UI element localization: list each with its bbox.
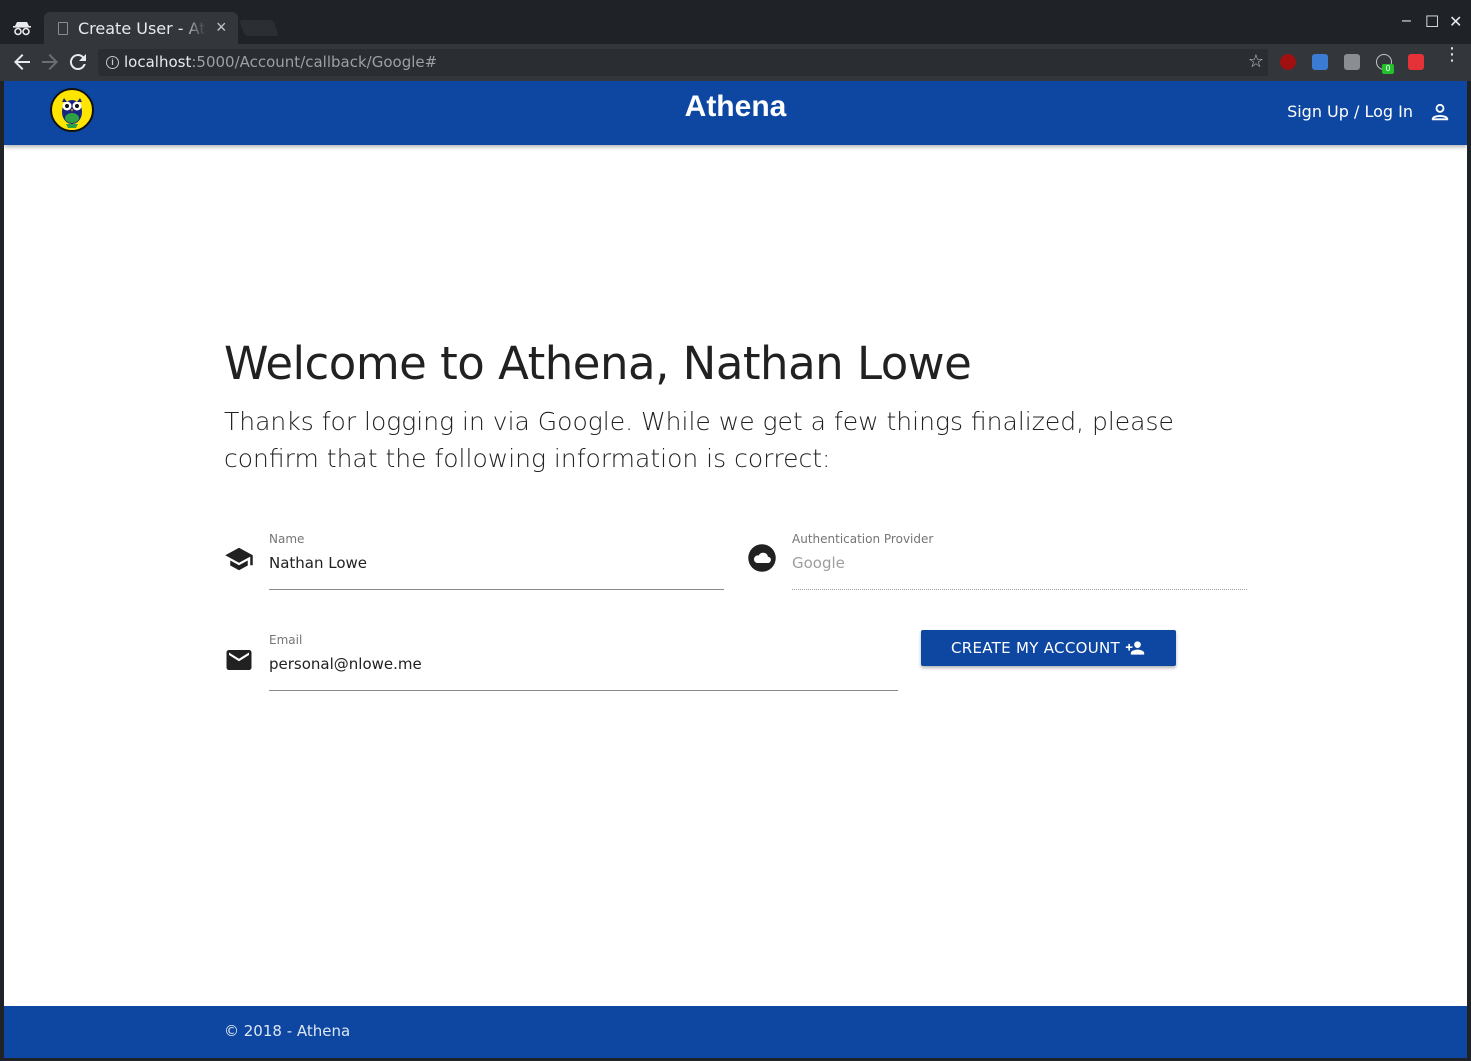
email-label: Email bbox=[269, 633, 303, 647]
name-underline bbox=[269, 589, 724, 590]
email-icon bbox=[226, 650, 252, 670]
minimize-button[interactable]: – bbox=[1402, 12, 1411, 30]
person-add-icon bbox=[1125, 641, 1145, 655]
page-title: Welcome to Athena, Nathan Lowe bbox=[224, 337, 972, 390]
graduation-cap-icon bbox=[225, 547, 253, 571]
url-text[interactable]: localhost:5000/Account/callback/Google# bbox=[124, 53, 437, 71]
footer-copyright: © 2018 - Athena bbox=[224, 1022, 351, 1040]
page-icon bbox=[58, 22, 68, 35]
auth-provider-value: Google bbox=[792, 554, 845, 572]
signup-login-link[interactable]: Sign Up / Log In bbox=[1287, 102, 1413, 121]
new-tab-button[interactable] bbox=[239, 20, 279, 36]
welcome-section: Welcome to Athena, Nathan Lowe Thanks fo… bbox=[224, 337, 1264, 477]
bookmark-star-icon[interactable]: ☆ bbox=[1248, 51, 1264, 72]
extension-badge: 0 bbox=[1382, 64, 1394, 74]
incognito-icon bbox=[13, 22, 31, 36]
auth-provider-label: Authentication Provider bbox=[792, 532, 934, 546]
app-title: Athena bbox=[684, 90, 787, 123]
forward-arrow-icon[interactable] bbox=[38, 50, 62, 74]
browser-toolbar: i localhost:5000/Account/callback/Google… bbox=[0, 44, 1471, 81]
page-footer: © 2018 - Athena bbox=[4, 1006, 1467, 1058]
back-arrow-icon[interactable] bbox=[10, 50, 34, 74]
email-underline bbox=[269, 690, 898, 691]
email-input[interactable]: personal@nlowe.me bbox=[269, 655, 422, 673]
reload-icon[interactable] bbox=[66, 50, 90, 74]
email-field[interactable]: Email personal@nlowe.me bbox=[269, 633, 898, 691]
auth-provider-underline bbox=[792, 589, 1247, 590]
browser-titlebar: Create User - Athena × – ☐ ✕ bbox=[0, 0, 1471, 44]
info-icon[interactable]: i bbox=[106, 56, 119, 69]
name-label: Name bbox=[269, 532, 305, 546]
tab-close-icon[interactable]: × bbox=[216, 17, 227, 38]
red-extension-icon[interactable] bbox=[1408, 54, 1424, 70]
create-account-button[interactable]: CREATE MY ACCOUNT bbox=[921, 630, 1176, 666]
auth-provider-field: Authentication Provider Google bbox=[792, 532, 1247, 590]
page-viewport: Athena Sign Up / Log In Welcome to Athen… bbox=[4, 81, 1467, 1058]
app-header: Athena Sign Up / Log In bbox=[4, 81, 1467, 145]
create-account-label: CREATE MY ACCOUNT bbox=[951, 639, 1120, 657]
cookie-extension-icon[interactable]: 0 bbox=[1376, 54, 1394, 74]
close-window-button[interactable]: ✕ bbox=[1449, 12, 1462, 32]
tab-title: Create User - Athena bbox=[78, 19, 206, 38]
name-field[interactable]: Name Nathan Lowe bbox=[269, 532, 724, 590]
ublock-icon[interactable] bbox=[1280, 54, 1296, 70]
cloud-circle-icon bbox=[748, 544, 776, 572]
browser-menu-icon[interactable]: ⋮ bbox=[1443, 45, 1461, 63]
person-icon[interactable] bbox=[1429, 101, 1451, 123]
page-subtitle: Thanks for logging in via Google. While … bbox=[224, 407, 1174, 473]
name-input[interactable]: Nathan Lowe bbox=[269, 554, 367, 572]
browser-tab[interactable]: Create User - Athena × bbox=[44, 12, 238, 44]
maximize-button[interactable]: ☐ bbox=[1425, 12, 1439, 32]
address-bar[interactable]: i localhost:5000/Account/callback/Google… bbox=[98, 49, 1268, 76]
s-extension-icon[interactable] bbox=[1344, 54, 1360, 70]
bitwarden-icon[interactable] bbox=[1312, 54, 1328, 70]
